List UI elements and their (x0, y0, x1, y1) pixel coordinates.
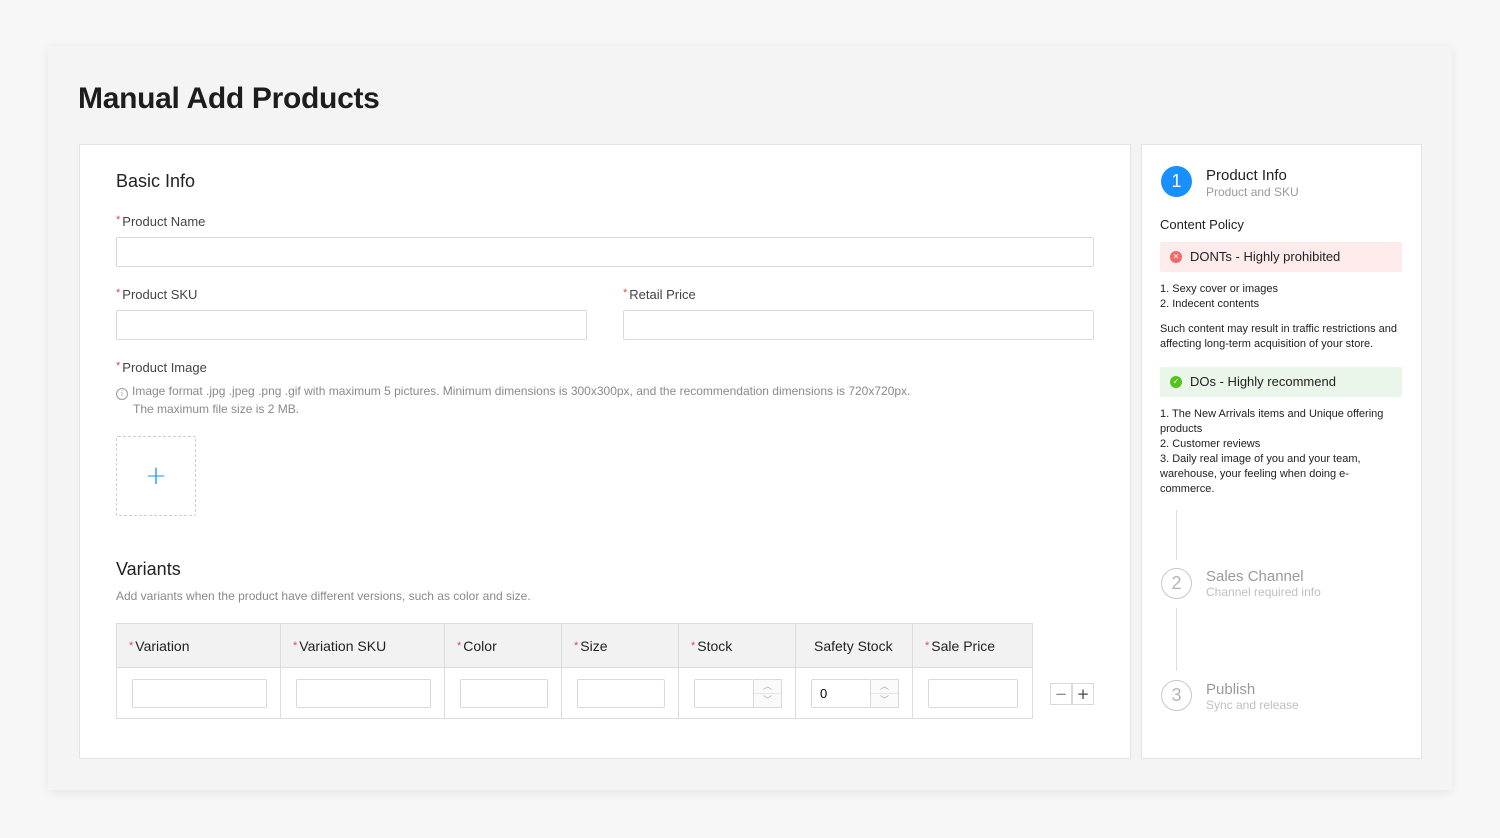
column-sale-price: * Sale Price (925, 638, 996, 654)
info-icon: i (116, 388, 128, 400)
stock-stepper: ︿ ﹀ (754, 679, 782, 708)
dos-list: 1. The New Arrivals items and Unique off… (1160, 408, 1384, 495)
sale-price-input[interactable] (928, 679, 1018, 708)
column-variation: * Variation (117, 624, 281, 668)
variants-table: * Variation * Variation SKU * Color * Size *… (116, 623, 1033, 719)
step-3-subtitle: Sync and release (1206, 698, 1299, 712)
stock-cell: ︿ ﹀ (679, 668, 796, 719)
column-safety-stock: Safety Stock (796, 624, 913, 668)
product-sku-input[interactable] (116, 310, 587, 340)
required-marker: * (623, 287, 628, 299)
variation-input[interactable] (132, 679, 267, 708)
retail-price-input[interactable] (623, 310, 1094, 340)
column-variation-sku: * Variation SKU (281, 624, 445, 668)
product-form-card: Basic Info * Product Name * Product SKU * R… (79, 144, 1131, 759)
size-cell (562, 668, 679, 719)
required-marker: * (116, 287, 121, 299)
add-variant-button[interactable]: + (1072, 683, 1094, 705)
variants-title: Variants (116, 559, 181, 579)
step-connector (1176, 510, 1177, 560)
step-1-title: Product Info (1206, 167, 1287, 184)
steps-panel: 1 Product Info Product and SKU Content P… (1141, 144, 1422, 759)
sale-price-cell (913, 668, 1032, 719)
page-title: Manual Add Products (78, 82, 380, 115)
product-name-label: * Product Name (116, 214, 206, 229)
image-upload-button[interactable]: + (116, 436, 196, 516)
check-icon: ✓ (1170, 376, 1182, 388)
step-1-indicator: 1 (1161, 166, 1192, 197)
product-sku-label: * Product SKU (116, 287, 198, 302)
safety-stock-decrement-button[interactable]: ﹀ (871, 694, 898, 708)
variation-sku-input[interactable] (296, 679, 431, 708)
step-2-indicator: 2 (1161, 568, 1192, 599)
remove-variant-button[interactable]: − (1050, 683, 1072, 705)
variants-description: Add variants when the product have diffe… (116, 589, 531, 603)
column-color: * Color (445, 624, 562, 668)
variation-cell (117, 668, 281, 719)
safety-stock-cell: ︿ ﹀ (796, 668, 913, 719)
column-stock: * Stock (679, 624, 796, 668)
donts-banner: ✕ DONTs - Highly prohibited (1160, 242, 1402, 272)
product-image-label: * Product Image (116, 360, 207, 375)
size-input[interactable] (577, 679, 665, 708)
color-input[interactable] (460, 679, 548, 708)
step-1-subtitle: Product and SKU (1206, 185, 1299, 199)
required-marker: * (116, 214, 121, 226)
column-size: * Size (562, 624, 679, 668)
step-3-indicator: 3 (1161, 680, 1192, 711)
stock-input[interactable] (694, 679, 754, 708)
plus-icon: + (145, 461, 167, 491)
product-name-input[interactable] (116, 237, 1094, 267)
basic-info-title: Basic Info (116, 171, 196, 191)
required-marker: * (116, 360, 121, 372)
content-policy-heading: Content Policy (1160, 217, 1244, 232)
step-connector (1176, 608, 1177, 671)
step-2-subtitle: Channel required info (1206, 585, 1321, 599)
retail-price-label: * Retail Price (623, 287, 696, 302)
dos-banner: ✓ DOs - Highly recommend (1160, 367, 1402, 397)
step-3-title: Publish (1206, 681, 1256, 698)
step-2-title: Sales Channel (1206, 568, 1304, 585)
error-icon: ✕ (1170, 251, 1182, 263)
image-hint: i Image format .jpg .jpeg .png .gif with … (116, 382, 1096, 418)
stock-increment-button[interactable]: ︿ (754, 680, 781, 694)
safety-stock-input[interactable] (811, 679, 871, 708)
donts-note: Such content may result in traffic restr… (1160, 323, 1398, 350)
donts-list: 1. Sexy cover or images 2. Indecent cont… (1160, 283, 1278, 310)
safety-stock-stepper: ︿ ﹀ (871, 679, 899, 708)
stock-decrement-button[interactable]: ﹀ (754, 694, 781, 708)
safety-stock-increment-button[interactable]: ︿ (871, 680, 898, 694)
variation-sku-cell (281, 668, 445, 719)
color-cell (445, 668, 562, 719)
variants-table-header: * Variation * Variation SKU * Color * Size *… (117, 624, 1032, 668)
